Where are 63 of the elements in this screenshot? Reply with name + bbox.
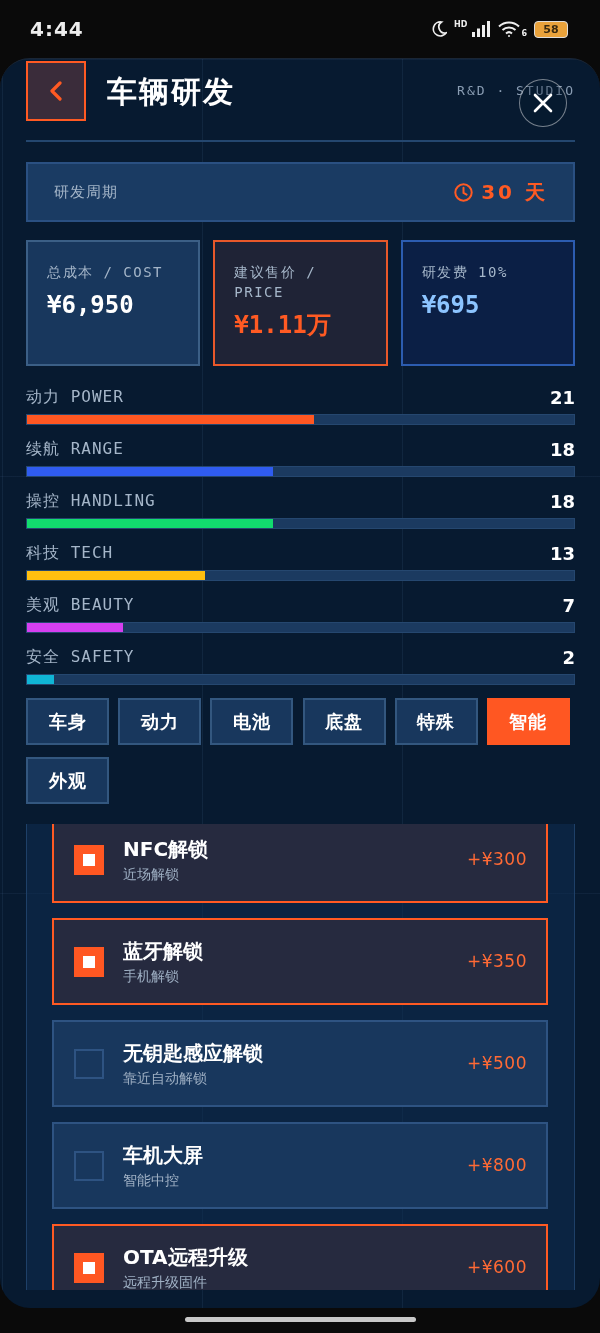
- stat-value: 21: [549, 385, 575, 410]
- card-label: 建议售价 / PRICE: [234, 263, 318, 302]
- hd-label: HD: [454, 20, 468, 29]
- option-card[interactable]: 车机大屏 智能中控 +¥800: [52, 1122, 548, 1209]
- page-title: 车辆研发: [107, 72, 235, 111]
- option-price: +¥600: [467, 1255, 527, 1279]
- option-card[interactable]: 蓝牙解锁 手机解锁 +¥350: [52, 918, 548, 1005]
- wifi-icon: [498, 21, 521, 37]
- option-description: 近场解锁: [123, 865, 180, 883]
- moon-icon: [432, 21, 448, 37]
- option-card[interactable]: OTA远程升级 远程升级固件 +¥600: [52, 1224, 548, 1290]
- category-tab[interactable]: 动力: [118, 698, 202, 745]
- duration-label: 研发周期: [54, 181, 118, 203]
- option-price: +¥300: [467, 847, 527, 871]
- checkbox[interactable]: [74, 844, 104, 875]
- checkbox[interactable]: [74, 1048, 104, 1079]
- wifi-generation-label: 6: [521, 29, 527, 38]
- option-name: 蓝牙解锁: [123, 938, 203, 964]
- option-price: +¥500: [467, 1051, 527, 1075]
- card-label: 研发费 10%: [421, 263, 509, 282]
- card-value: ¥1.11万: [234, 310, 332, 340]
- stat-label: 操控 HANDLING: [26, 490, 156, 512]
- status-time: 4:44: [30, 16, 84, 43]
- stat-value: 18: [549, 437, 575, 462]
- clock-icon: [454, 182, 474, 202]
- category-tab[interactable]: 外观: [26, 757, 109, 804]
- category-tab[interactable]: 车身: [26, 698, 109, 745]
- stat-label: 美观 BEAUTY: [26, 594, 135, 616]
- stat-value: 2: [562, 645, 575, 670]
- card-value: ¥695: [421, 290, 481, 320]
- option-description: 靠近自动解锁: [123, 1069, 208, 1087]
- option-name: 无钥匙感应解锁: [123, 1040, 263, 1066]
- signal-icon: [472, 21, 492, 37]
- option-price: +¥800: [467, 1153, 527, 1177]
- stat-value: 7: [562, 593, 575, 618]
- back-button[interactable]: [26, 61, 86, 121]
- checkbox[interactable]: [74, 946, 104, 977]
- battery-indicator: 58: [534, 20, 568, 38]
- option-description: 智能中控: [123, 1171, 180, 1189]
- category-tab[interactable]: 特殊: [394, 698, 478, 745]
- option-description: 远程升级固件: [123, 1273, 208, 1290]
- stat-label: 科技 TECH: [26, 542, 114, 564]
- stat-label: 动力 POWER: [26, 386, 124, 408]
- card-label: 总成本 / COST: [47, 263, 164, 282]
- category-tab[interactable]: 底盘: [302, 698, 386, 745]
- back-icon: [50, 81, 62, 101]
- checkbox[interactable]: [74, 1252, 104, 1283]
- option-price: +¥350: [467, 949, 527, 973]
- close-icon: [533, 93, 553, 113]
- option-description: 手机解锁: [123, 967, 180, 985]
- stat-value: 18: [549, 489, 575, 514]
- option-card[interactable]: 无钥匙感应解锁 靠近自动解锁 +¥500: [52, 1020, 548, 1107]
- category-tab[interactable]: 电池: [210, 698, 294, 745]
- option-card[interactable]: NFC解锁 近场解锁 +¥300: [52, 824, 548, 903]
- option-name: 车机大屏: [123, 1142, 203, 1168]
- stat-value: 13: [549, 541, 575, 566]
- option-name: OTA远程升级: [123, 1244, 248, 1270]
- card-value: ¥6,950: [47, 290, 135, 320]
- stat-label: 续航 RANGE: [26, 438, 124, 460]
- option-name: NFC解锁: [123, 836, 209, 862]
- stat-label: 安全 SAFETY: [26, 646, 135, 668]
- duration-value: 30 天: [481, 179, 548, 206]
- checkbox[interactable]: [74, 1150, 104, 1181]
